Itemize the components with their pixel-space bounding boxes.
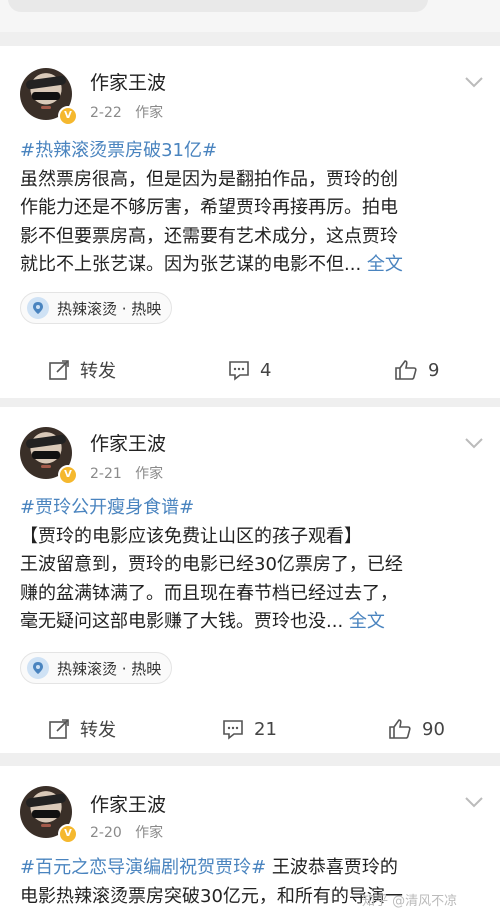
text-line: 王波留意到，贾玲的电影已经30亿票房了，已经 bbox=[20, 554, 403, 575]
text-line: 影不但要票房高，还需要有艺术成分，这点贾玲 bbox=[20, 225, 398, 247]
post-meta: 2-21 作家 bbox=[90, 463, 163, 483]
text-line: 就比不上张艺谋。因为张艺谋的电影不但... bbox=[20, 254, 362, 275]
like-button[interactable]: 9 bbox=[394, 350, 439, 390]
comment-count: 4 bbox=[260, 359, 272, 381]
chevron-down-icon[interactable] bbox=[464, 437, 484, 449]
chevron-down-icon[interactable] bbox=[464, 76, 484, 88]
repost-button[interactable]: 转发 bbox=[48, 350, 116, 390]
text-line: 赚的盆满钵满了。而且现在春节档已经过去了， bbox=[20, 582, 398, 604]
like-count: 90 bbox=[422, 718, 445, 740]
post-meta: 2-20 作家 bbox=[90, 822, 163, 842]
repost-label: 转发 bbox=[80, 361, 116, 382]
text-line: 虽然票房很高，但是因为是翻拍作品，贾玲的创 bbox=[20, 168, 398, 190]
topic-icon bbox=[27, 657, 49, 679]
action-bar: 转发 4 9 bbox=[0, 350, 500, 390]
topic-icon bbox=[27, 297, 49, 319]
post-date: 2-22 bbox=[90, 105, 122, 121]
avatar[interactable]: V bbox=[20, 786, 78, 844]
read-more-link[interactable]: 全文 bbox=[349, 611, 385, 632]
post-meta: 2-22 作家 bbox=[90, 102, 163, 122]
topic-chip[interactable]: 热辣滚烫 · 热映 bbox=[20, 652, 173, 684]
repost-label: 转发 bbox=[80, 720, 116, 741]
thumbs-up-icon bbox=[395, 360, 417, 380]
comment-button[interactable]: 21 bbox=[222, 709, 277, 749]
hashtag-link[interactable]: #百元之恋导演编剧祝贺贾玲# bbox=[20, 857, 266, 878]
text-line: 毫无疑问这部电影赚了大钱。贾玲也没... bbox=[20, 611, 344, 632]
post-date: 2-20 bbox=[90, 825, 122, 841]
comment-count: 21 bbox=[254, 718, 277, 740]
action-bar: 转发 21 90 bbox=[0, 709, 500, 749]
read-more-link[interactable]: 全文 bbox=[367, 254, 403, 275]
repost-icon bbox=[49, 360, 69, 380]
thumbs-up-icon bbox=[389, 719, 411, 739]
author-role: 作家 bbox=[135, 466, 164, 482]
top-bar bbox=[0, 0, 500, 32]
topic-chip-label: 热辣滚烫 · 热映 bbox=[57, 659, 162, 678]
hashtag-link[interactable]: #热辣滚烫票房破31亿# bbox=[20, 140, 217, 161]
repost-button[interactable]: 转发 bbox=[48, 709, 116, 749]
comment-icon bbox=[229, 361, 249, 381]
repost-icon bbox=[49, 719, 69, 739]
author-name[interactable]: 作家王波 bbox=[90, 68, 166, 95]
chevron-down-icon[interactable] bbox=[464, 796, 484, 808]
text-line: 王波恭喜贾玲的 bbox=[266, 857, 398, 878]
post-text: #热辣滚烫票房破31亿# 虽然票房很高，但是因为是翻拍作品，贾玲的创 作能力还是… bbox=[20, 137, 480, 280]
comment-button[interactable]: 4 bbox=[228, 350, 271, 390]
text-line: 【贾玲的电影应该免费让山区的孩子观看】 bbox=[20, 525, 362, 547]
like-button[interactable]: 90 bbox=[388, 709, 445, 749]
post-text: #贾玲公开瘦身食谱# 【贾玲的电影应该免费让山区的孩子观看】 王波留意到，贾玲的… bbox=[20, 494, 480, 637]
avatar[interactable]: V bbox=[20, 68, 78, 126]
topic-chip[interactable]: 热辣滚烫 · 热映 bbox=[20, 292, 173, 324]
text-line: 作能力还是不够厉害，希望贾玲再接再厉。拍电 bbox=[20, 197, 398, 218]
post-date: 2-21 bbox=[90, 466, 122, 482]
hashtag-link[interactable]: #贾玲公开瘦身食谱# bbox=[20, 497, 194, 518]
post-card: V 作家王波 2-22 作家 #热辣滚烫票房破31亿# 虽然票房很高，但是因为是… bbox=[0, 46, 500, 398]
search-bar[interactable] bbox=[8, 0, 428, 12]
author-role: 作家 bbox=[135, 105, 164, 121]
author-name[interactable]: 作家王波 bbox=[90, 429, 166, 456]
avatar[interactable]: V bbox=[20, 427, 78, 485]
author-name[interactable]: 作家王波 bbox=[90, 790, 166, 817]
verified-icon: V bbox=[58, 824, 78, 844]
post-card: V 作家王波 2-21 作家 #贾玲公开瘦身食谱# 【贾玲的电影应该免费让山区的… bbox=[0, 407, 500, 753]
like-count: 9 bbox=[428, 359, 440, 381]
author-role: 作家 bbox=[135, 825, 164, 841]
verified-icon: V bbox=[58, 106, 78, 126]
topic-chip-label: 热辣滚烫 · 热映 bbox=[57, 299, 162, 318]
comment-icon bbox=[223, 720, 243, 740]
watermark: 知乎 @清风不凉 bbox=[362, 894, 458, 909]
verified-icon: V bbox=[58, 465, 78, 485]
